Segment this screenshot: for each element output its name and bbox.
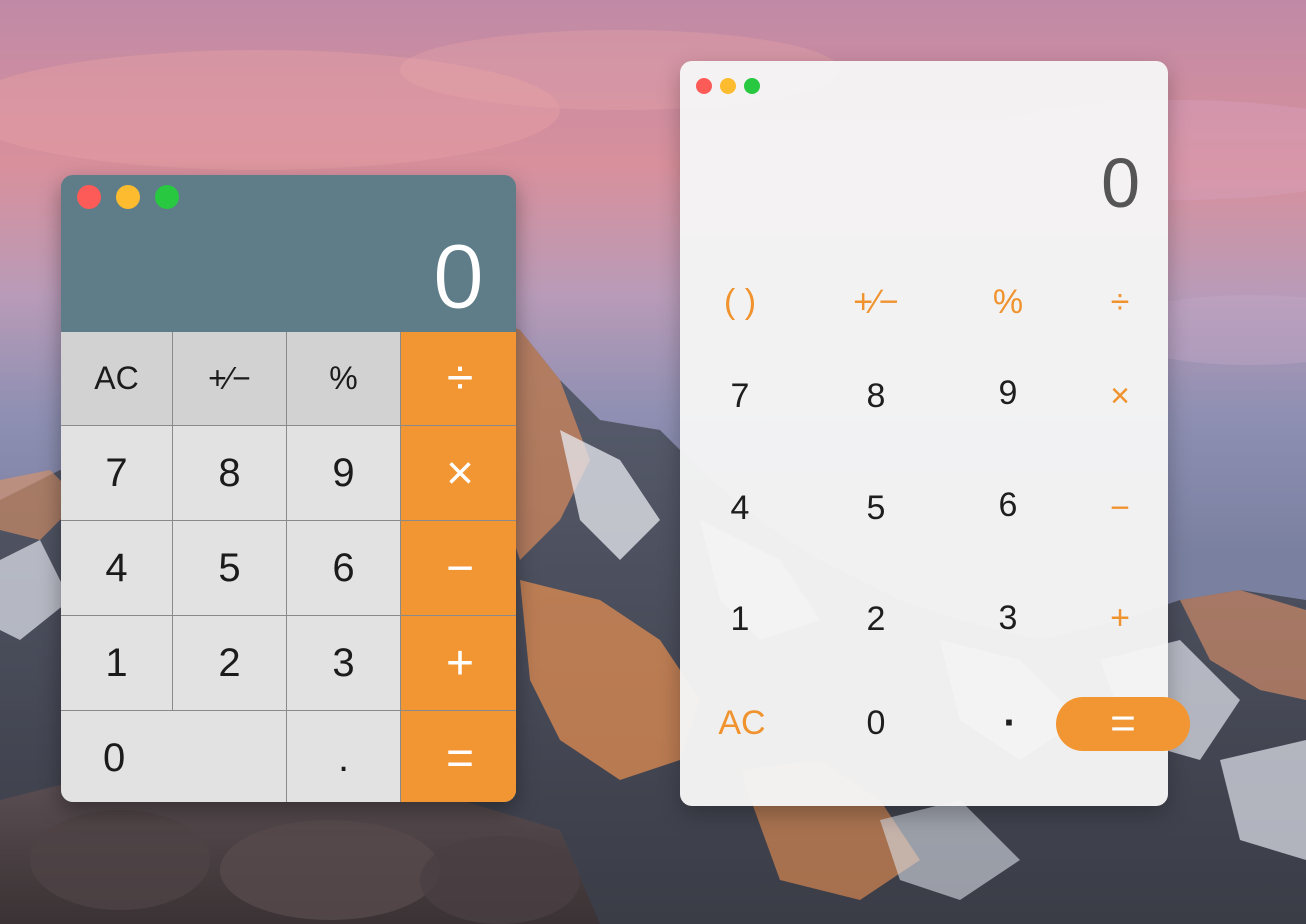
classic-digit-3-button[interactable]: 3 bbox=[287, 616, 400, 710]
close-window-button[interactable] bbox=[696, 78, 712, 94]
modern-digit-5-button[interactable]: 5 bbox=[816, 473, 936, 543]
modern-ac-button[interactable]: AC bbox=[682, 688, 802, 758]
classic-digit-6-button[interactable]: 6 bbox=[287, 521, 400, 615]
close-window-button[interactable] bbox=[77, 185, 101, 209]
maximize-window-button[interactable] bbox=[155, 185, 179, 209]
modern-result-display: 0 bbox=[1101, 144, 1140, 222]
classic-digit-2-button[interactable]: 2 bbox=[173, 616, 286, 710]
classic-digit-9-button[interactable]: 9 bbox=[287, 426, 400, 520]
modern-percent-button[interactable]: % bbox=[948, 267, 1068, 337]
classic-result-display: 0 bbox=[432, 226, 484, 328]
classic-plus-button[interactable]: + bbox=[401, 616, 516, 710]
classic-digit-1-button[interactable]: 1 bbox=[61, 616, 172, 710]
modern-plus-minus-button[interactable]: +∕− bbox=[816, 267, 936, 337]
classic-percent-button[interactable]: % bbox=[287, 332, 400, 425]
modern-parentheses-button[interactable]: ( ) bbox=[680, 267, 800, 337]
classic-calculator-window: 0 AC +∕− % ÷ 7 8 9 × 4 5 6 − 1 2 3 + 0 .… bbox=[61, 175, 516, 802]
modern-digit-9-button[interactable]: 9 bbox=[948, 358, 1068, 428]
classic-divide-button[interactable]: ÷ bbox=[401, 332, 516, 425]
classic-minus-button[interactable]: − bbox=[401, 521, 516, 615]
minimize-window-button[interactable] bbox=[116, 185, 140, 209]
classic-digit-8-button[interactable]: 8 bbox=[173, 426, 286, 520]
modern-digit-6-button[interactable]: 6 bbox=[948, 470, 1068, 540]
classic-digit-4-button[interactable]: 4 bbox=[61, 521, 172, 615]
modern-digit-4-button[interactable]: 4 bbox=[680, 473, 800, 543]
modern-digit-8-button[interactable]: 8 bbox=[816, 361, 936, 431]
modern-digit-3-button[interactable]: 3 bbox=[948, 583, 1068, 653]
classic-multiply-button[interactable]: × bbox=[401, 426, 516, 520]
classic-decimal-button[interactable]: . bbox=[287, 711, 400, 802]
classic-title-bar[interactable] bbox=[61, 175, 516, 219]
classic-ac-button[interactable]: AC bbox=[61, 332, 172, 425]
classic-equals-button[interactable]: = bbox=[401, 711, 516, 802]
modern-calculator-window: 0 ( ) +∕− % ÷ 7 8 9 × 4 5 6 − 1 2 3 + AC… bbox=[680, 61, 1190, 806]
modern-digit-1-button[interactable]: 1 bbox=[680, 584, 800, 654]
maximize-window-button[interactable] bbox=[744, 78, 760, 94]
modern-digit-7-button[interactable]: 7 bbox=[680, 361, 800, 431]
classic-digit-0-button[interactable]: 0 bbox=[61, 711, 286, 802]
modern-digit-0-button[interactable]: 0 bbox=[816, 688, 936, 758]
classic-plus-minus-button[interactable]: +∕− bbox=[173, 332, 286, 425]
minimize-window-button[interactable] bbox=[720, 78, 736, 94]
modern-equals-button[interactable]: = bbox=[1056, 697, 1190, 751]
modern-decimal-button[interactable]: · bbox=[950, 688, 1070, 758]
classic-keypad: AC +∕− % ÷ 7 8 9 × 4 5 6 − 1 2 3 + 0 . = bbox=[61, 332, 516, 802]
modern-plus-button[interactable]: + bbox=[1060, 583, 1180, 653]
modern-multiply-button[interactable]: × bbox=[1060, 361, 1180, 431]
modern-digit-2-button[interactable]: 2 bbox=[816, 584, 936, 654]
classic-digit-5-button[interactable]: 5 bbox=[173, 521, 286, 615]
modern-divide-button[interactable]: ÷ bbox=[1060, 267, 1180, 337]
classic-digit-7-button[interactable]: 7 bbox=[61, 426, 172, 520]
modern-minus-button[interactable]: − bbox=[1060, 473, 1180, 543]
